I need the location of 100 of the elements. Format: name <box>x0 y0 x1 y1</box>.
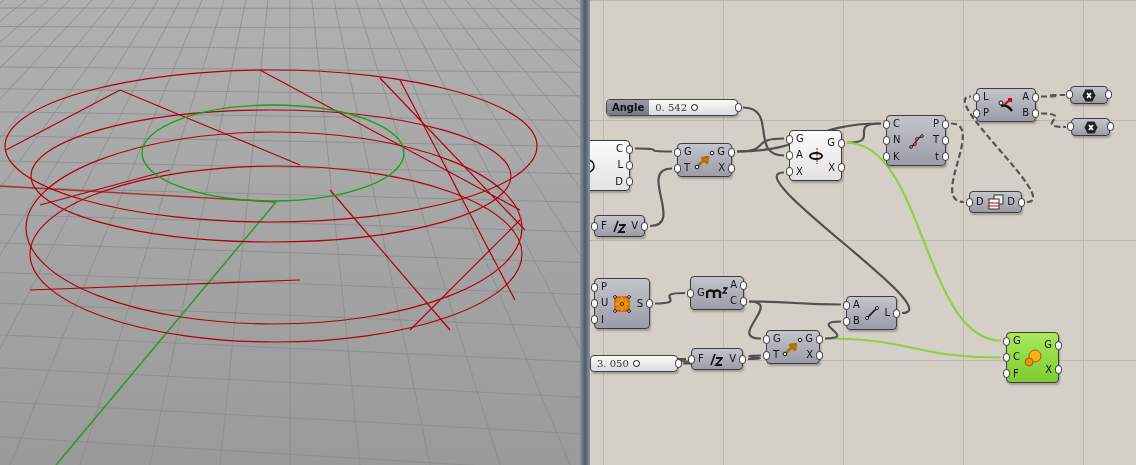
input-port-label: U <box>601 297 609 310</box>
component[interactable]: L P A B <box>976 88 1036 122</box>
output-port-label: S <box>636 297 643 310</box>
component[interactable]: P U I S <box>594 278 650 329</box>
port-nub[interactable] <box>1107 122 1114 131</box>
output-port-label: t <box>935 150 939 163</box>
cross-hexagon-icon <box>1082 88 1096 102</box>
component[interactable]: C N K P T t <box>886 115 946 166</box>
slider-knob[interactable] <box>632 360 640 367</box>
input-port-label: X <box>796 165 803 178</box>
wire <box>649 167 673 228</box>
input-port-label: A <box>796 149 803 162</box>
vector-z-icon <box>709 352 724 366</box>
component[interactable]: A B L <box>846 296 897 330</box>
wire <box>824 320 842 340</box>
input-port-label: B <box>853 315 860 327</box>
output-port-label: G <box>827 137 835 150</box>
output-port-label: P <box>932 118 939 131</box>
wire <box>748 354 761 361</box>
input-port-label: C <box>1013 351 1020 364</box>
output-port-label: G <box>805 333 813 345</box>
output-port-label: D <box>1007 196 1015 208</box>
input-port-label: I <box>601 313 604 326</box>
output-port-label: X <box>1045 363 1052 376</box>
port-nub[interactable] <box>893 308 900 318</box>
curve-points-icon <box>907 131 926 150</box>
output-port-label: V <box>729 353 736 365</box>
output-port-label: X <box>806 349 813 361</box>
input-port-label: F <box>698 353 704 365</box>
port-nub[interactable] <box>966 197 973 207</box>
slider-label: Angle <box>607 100 650 115</box>
port-nub[interactable] <box>641 221 648 231</box>
component[interactable]: G A C <box>690 276 744 310</box>
arrow-icon <box>693 150 716 170</box>
surface-grid-icon <box>613 294 632 313</box>
output-port-label: G <box>717 146 725 158</box>
shift-arrow-icon <box>996 97 1015 113</box>
input-port-label: F <box>601 220 607 232</box>
output-port-label: V <box>631 220 638 232</box>
port-nub[interactable] <box>1066 90 1073 99</box>
arrow-icon <box>782 337 804 357</box>
input-port-label: P <box>601 281 608 294</box>
port-nub[interactable] <box>1105 90 1112 99</box>
dashed-wire <box>1040 112 1067 129</box>
input-port-label: F <box>1013 367 1019 380</box>
input-port-label: C <box>893 118 900 131</box>
output-port-label: T <box>932 134 939 147</box>
output-port-label: A <box>730 279 737 291</box>
port-nub[interactable] <box>1018 197 1025 207</box>
wire <box>635 147 672 153</box>
component[interactable]: F V <box>691 348 743 370</box>
port-nub[interactable] <box>646 299 653 308</box>
dashed-wire <box>1041 93 1065 98</box>
cross-hexagon-icon <box>1083 120 1098 134</box>
component[interactable]: G T G X <box>677 143 732 177</box>
port-nub[interactable] <box>1055 340 1062 350</box>
input-port-label: K <box>893 150 900 163</box>
slider-knob[interactable] <box>691 104 699 111</box>
port-nub[interactable] <box>1067 122 1074 131</box>
port-nub[interactable] <box>591 221 598 231</box>
output-port-label: X <box>828 161 835 174</box>
input-port-label: P <box>983 107 990 119</box>
input-port-label: L <box>983 91 989 103</box>
input-port-label: D <box>976 196 984 208</box>
output-port-label: G <box>1044 339 1052 352</box>
input-port-label: G <box>697 287 705 299</box>
component[interactable]: G T G X <box>766 330 820 364</box>
input-port-label: G <box>796 133 804 146</box>
component[interactable]: F V <box>594 215 645 237</box>
input-port-label: G <box>1013 335 1021 348</box>
output-port-label: L <box>884 307 890 319</box>
input-port-label: T <box>684 162 691 174</box>
port-nub[interactable] <box>838 138 845 148</box>
wire <box>654 291 686 305</box>
input-port-label: N <box>893 134 901 147</box>
component[interactable]: D D <box>969 191 1022 213</box>
component[interactable]: G A X G X <box>789 130 842 181</box>
line-icon <box>864 305 881 321</box>
area-icon <box>706 286 729 300</box>
input-port-label: A <box>853 299 860 311</box>
selected-component[interactable]: G C F G X <box>1006 332 1059 383</box>
slider-value: 0. 542 <box>655 101 688 114</box>
port-nub[interactable] <box>739 354 746 364</box>
input-port-label: T <box>773 349 780 361</box>
output-port-label: C <box>730 295 737 307</box>
slider-value: 3. 050 <box>597 357 629 370</box>
port-nub[interactable] <box>1055 365 1062 375</box>
output-port-label: X <box>718 162 725 174</box>
output-port-label: B <box>1022 107 1029 119</box>
table-icon <box>987 194 1004 210</box>
port-nub[interactable] <box>735 102 742 112</box>
vector-z-icon <box>611 219 626 233</box>
spheres-icon <box>1022 347 1043 368</box>
output-port-label: L <box>617 159 623 172</box>
port-nub[interactable] <box>687 288 694 298</box>
component[interactable]: C L D <box>590 140 630 191</box>
output-port-label: A <box>1022 91 1029 103</box>
rotate-icon <box>806 146 825 165</box>
output-port-label: D <box>615 175 623 188</box>
port-nub[interactable] <box>838 163 845 173</box>
